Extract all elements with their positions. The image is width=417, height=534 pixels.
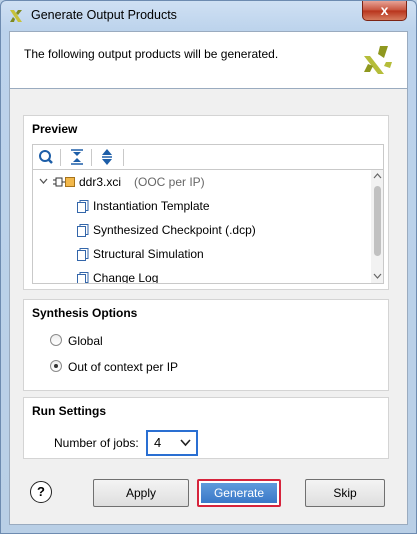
- file-icon: [77, 272, 89, 283]
- window-title: Generate Output Products: [31, 8, 177, 22]
- apply-label: Apply: [125, 486, 157, 500]
- preview-tree: ddr3.xci (OOC per IP) Instantiation Temp…: [32, 170, 384, 284]
- apply-button[interactable]: Apply: [93, 479, 189, 507]
- jobs-select[interactable]: 4: [146, 430, 198, 456]
- header-message: The following output products will be ge…: [24, 47, 279, 61]
- file-icon: [77, 248, 89, 261]
- preview-title: Preview: [32, 122, 78, 136]
- header-panel: The following output products will be ge…: [9, 31, 408, 89]
- help-icon: ?: [37, 484, 45, 499]
- tree-root-note: (OOC per IP): [134, 175, 205, 189]
- tree-item[interactable]: Instantiation Template: [77, 196, 367, 216]
- synthesis-title: Synthesis Options: [32, 306, 138, 320]
- collapse-all-icon[interactable]: [67, 148, 87, 166]
- tree-item-label: Synthesized Checkpoint (.dcp): [93, 223, 256, 237]
- search-icon[interactable]: [36, 148, 56, 166]
- jobs-value: 4: [154, 435, 162, 450]
- expand-all-icon[interactable]: [97, 148, 117, 166]
- toolbar-separator: [123, 149, 124, 166]
- tree-root-row[interactable]: ddr3.xci (OOC per IP): [39, 172, 369, 192]
- radio-label: Out of context per IP: [68, 360, 179, 374]
- tree-root-name: ddr3.xci: [79, 175, 122, 189]
- tree-item-label: Instantiation Template: [93, 199, 210, 213]
- generate-label: Generate: [213, 486, 265, 500]
- xilinx-logo-icon: [364, 46, 392, 74]
- chevron-down-icon: [180, 439, 191, 447]
- file-icon: [77, 200, 89, 213]
- tree-item[interactable]: Synthesized Checkpoint (.dcp): [77, 220, 367, 240]
- scroll-up-icon[interactable]: [373, 173, 382, 179]
- tree-item-label: Change Log: [93, 271, 159, 284]
- close-icon: x: [380, 2, 389, 18]
- run-settings-title: Run Settings: [32, 404, 106, 418]
- title-bar[interactable]: Generate Output Products x: [1, 1, 416, 31]
- jobs-label: Number of jobs:: [54, 436, 139, 450]
- app-logo-icon: [10, 10, 22, 22]
- skip-label: Skip: [333, 486, 357, 500]
- synthesis-options-section: Synthesis Options Global Out of context …: [23, 299, 389, 391]
- toolbar-separator: [91, 149, 92, 166]
- skip-button[interactable]: Skip: [305, 479, 385, 507]
- generate-button[interactable]: Generate: [197, 479, 281, 507]
- radio-label: Global: [68, 334, 103, 348]
- run-settings-section: Run Settings Number of jobs: 4: [23, 397, 389, 459]
- tree-item[interactable]: Change Log: [77, 268, 367, 284]
- help-button[interactable]: ?: [30, 481, 52, 503]
- radio-button[interactable]: [50, 334, 62, 346]
- generate-button-face: Generate: [201, 483, 277, 503]
- package-icon: [65, 177, 75, 187]
- preview-toolbar: [32, 144, 384, 170]
- tree-item-label: Structural Simulation: [93, 247, 204, 261]
- dialog-window: Generate Output Products x The following…: [0, 0, 417, 534]
- radio-button[interactable]: [50, 360, 62, 372]
- chevron-down-icon[interactable]: [39, 178, 48, 185]
- tree-item[interactable]: Structural Simulation: [77, 244, 367, 264]
- preview-section: Preview ddr3.xci (OOC per IP) Instantiat…: [23, 115, 389, 290]
- scrollbar-thumb[interactable]: [374, 186, 381, 256]
- tree-scrollbar[interactable]: [371, 170, 383, 283]
- file-icon: [77, 224, 89, 237]
- toolbar-separator: [60, 149, 61, 166]
- scroll-down-icon[interactable]: [373, 273, 382, 279]
- ip-block-icon: [53, 177, 65, 187]
- close-button[interactable]: x: [362, 1, 407, 21]
